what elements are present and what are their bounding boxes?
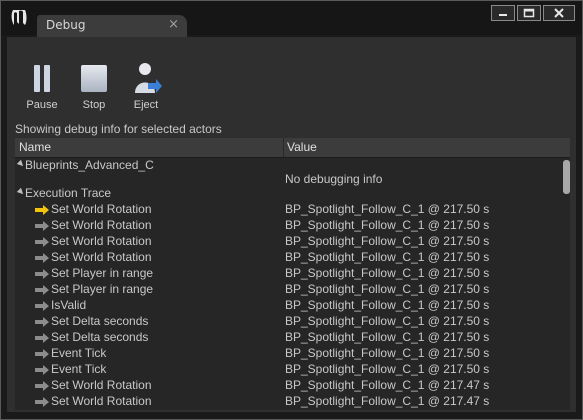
trace-row-value: BP_Spotlight_Follow_C_1 @ 217.47 s <box>285 378 490 392</box>
close-button[interactable] <box>543 5 575 21</box>
maximize-icon <box>523 8 535 18</box>
blueprint-value: No debugging info <box>285 172 383 186</box>
trace-arrow-icon <box>35 253 49 263</box>
trace-row[interactable]: Set Player in range BP_Spotlight_Follow_C… <box>15 266 555 282</box>
trace-row-name: Set Player in range <box>51 266 154 280</box>
trace-arrow-icon <box>35 285 49 295</box>
status-text: Showing debug info for selected actors <box>15 122 222 136</box>
scrollbar-thumb[interactable] <box>563 160 570 194</box>
trace-row[interactable]: Set World Rotation BP_Spotlight_Follow_C_… <box>15 250 555 266</box>
trace-row[interactable]: Set World Rotation BP_Spotlight_Follow_C_… <box>15 234 555 250</box>
trace-row[interactable]: Set Delta seconds BP_Spotlight_Follow_C_1… <box>15 314 555 330</box>
trace-arrow-icon <box>35 317 49 327</box>
pause-icon <box>26 65 58 97</box>
execution-trace-label: Execution Trace <box>25 186 112 200</box>
unreal-logo-icon <box>11 10 27 25</box>
trace-row-name: Event Tick <box>51 362 107 376</box>
tab-debug[interactable]: Debug × <box>37 15 187 37</box>
trace-row-value: BP_Spotlight_Follow_C_1 @ 217.50 s <box>285 250 490 264</box>
blueprint-name: Blueprints_Advanced_C <box>25 158 154 172</box>
trace-arrow-icon <box>35 301 49 311</box>
trace-row[interactable]: Event Tick BP_Spotlight_Follow_C_1 @ 217.… <box>15 362 555 378</box>
expand-arrow-icon[interactable] <box>16 159 26 169</box>
trace-row[interactable]: Set Delta seconds BP_Spotlight_Follow_C_1… <box>15 330 555 346</box>
trace-row-value: BP_Spotlight_Follow_C_1 @ 217.50 s <box>285 202 490 216</box>
trace-row-value: BP_Spotlight_Follow_C_1 @ 217.50 s <box>285 266 490 280</box>
vertical-scrollbar[interactable] <box>563 160 570 400</box>
trace-row-name: Set World Rotation <box>51 250 152 264</box>
trace-arrow-icon <box>35 349 49 359</box>
trace-row-name: Set Delta seconds <box>51 330 149 344</box>
trace-row-value: BP_Spotlight_Follow_C_1 @ 217.50 s <box>285 346 490 360</box>
trace-row[interactable]: Set World Rotation BP_Spotlight_Follow_C_… <box>15 394 555 410</box>
toolbar: Pause Stop Eject <box>7 37 576 119</box>
trace-row-value: BP_Spotlight_Follow_C_1 @ 217.50 s <box>285 282 490 296</box>
trace-arrow-icon <box>35 237 49 247</box>
tab-debug-label: Debug <box>46 18 86 32</box>
trace-row-name: Set World Rotation <box>51 394 152 408</box>
trace-row-value: BP_Spotlight_Follow_C_1 @ 217.47 s <box>285 394 490 408</box>
trace-row-name: Event Tick <box>51 346 107 360</box>
stop-label: Stop <box>82 99 106 111</box>
trace-row-name: Set World Rotation <box>51 218 152 232</box>
trace-arrow-icon <box>35 269 49 279</box>
expand-arrow-icon[interactable] <box>16 187 26 197</box>
trace-row-value: BP_Spotlight_Follow_C_1 @ 217.50 s <box>285 362 490 376</box>
trace-row-value: BP_Spotlight_Follow_C_1 @ 217.50 s <box>285 330 490 344</box>
trace-row-value: BP_Spotlight_Follow_C_1 @ 217.50 s <box>285 218 490 232</box>
eject-icon <box>130 63 162 97</box>
current-step-arrow-icon <box>35 205 49 215</box>
minimize-icon <box>499 14 507 16</box>
trace-row[interactable]: Set Player in range BP_Spotlight_Follow_C… <box>15 282 555 298</box>
debug-panel: Pause Stop Eject Showing debug info for … <box>7 37 576 412</box>
trace-arrow-icon <box>35 365 49 375</box>
trace-row-value: BP_Spotlight_Follow_C_1 @ 217.50 s <box>285 298 490 312</box>
trace-row-value: BP_Spotlight_Follow_C_1 @ 217.50 s <box>285 314 490 328</box>
close-icon <box>554 8 564 18</box>
tree-row-execution-trace[interactable]: Execution Trace <box>15 186 555 202</box>
trace-row-name: Set World Rotation <box>51 234 152 248</box>
trace-row-name: Set World Rotation <box>51 378 152 392</box>
minimize-button[interactable] <box>491 5 515 21</box>
trace-row-name: Set Player in range <box>51 282 154 296</box>
pause-label: Pause <box>26 99 58 111</box>
trace-row[interactable]: Set World Rotation BP_Spotlight_Follow_C_… <box>15 378 555 394</box>
trace-row[interactable]: Set World Rotation BP_Spotlight_Follow_C_… <box>15 202 555 218</box>
trace-row[interactable]: IsValid BP_Spotlight_Follow_C_1 @ 217.50 … <box>15 298 555 314</box>
trace-row-name: IsValid <box>51 298 87 312</box>
column-header-value[interactable]: Value <box>287 140 317 154</box>
stop-button[interactable]: Stop <box>69 65 119 111</box>
stop-icon <box>78 65 110 97</box>
tab-close-button[interactable]: × <box>168 17 179 32</box>
debug-tree: Name Value Blueprints_Advanced_C No debu… <box>15 138 570 410</box>
tree-header: Name Value <box>15 138 570 158</box>
trace-arrow-icon <box>35 397 49 407</box>
trace-arrow-icon <box>35 221 49 231</box>
trace-row-name: Set Delta seconds <box>51 314 149 328</box>
trace-arrow-icon <box>35 333 49 343</box>
maximize-button[interactable] <box>517 5 541 21</box>
title-bar[interactable]: Debug × <box>1 1 582 37</box>
eject-button[interactable]: Eject <box>121 63 171 111</box>
trace-row[interactable]: Set World Rotation BP_Spotlight_Follow_C_… <box>15 218 555 234</box>
trace-row-name: Set World Rotation <box>51 202 152 216</box>
trace-row-value: BP_Spotlight_Follow_C_1 @ 217.50 s <box>285 234 490 248</box>
debug-window: Debug × Pause Stop Eject Showing debug i… <box>0 0 583 420</box>
trace-row[interactable]: Event Tick BP_Spotlight_Follow_C_1 @ 217.… <box>15 346 555 362</box>
column-header-name[interactable]: Name <box>19 140 51 154</box>
eject-label: Eject <box>133 99 159 111</box>
trace-arrow-icon <box>35 381 49 391</box>
pause-button[interactable]: Pause <box>17 65 67 111</box>
